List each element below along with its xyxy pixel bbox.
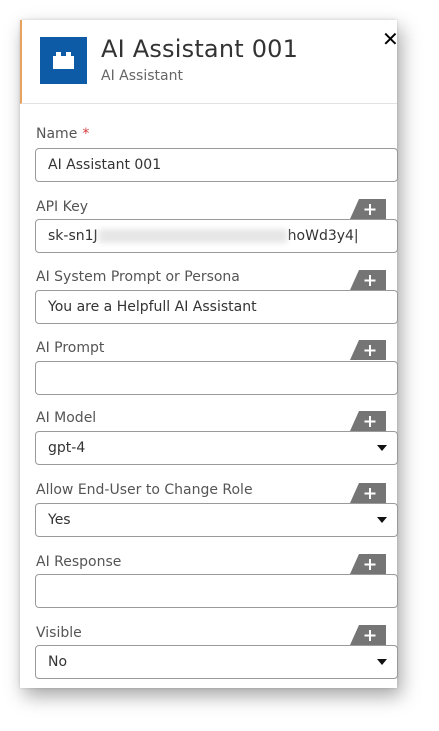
panel-title: AI Assistant 001 (101, 35, 299, 63)
ai-model-value: gpt-4 (48, 440, 86, 456)
visible-label: Visible (36, 625, 82, 641)
visible-value: No (48, 654, 68, 670)
properties-panel: AI Assistant 001 AI Assistant ✕ Name * AI… (20, 20, 399, 688)
name-input[interactable]: AI Assistant 001 (35, 148, 398, 182)
change-role-select[interactable]: Yes (35, 503, 398, 537)
system-prompt-add-button[interactable] (350, 270, 386, 290)
api-key-value-suffix: hoWd3y4| (287, 228, 359, 244)
close-icon[interactable]: ✕ (382, 29, 399, 49)
system-prompt-input[interactable]: You are a Helpfull AI Assistant (35, 290, 398, 324)
caret-down-icon (377, 445, 387, 451)
ai-prompt-input[interactable] (35, 361, 398, 395)
panel-header: AI Assistant 001 AI Assistant (20, 20, 397, 104)
panel-subtitle: AI Assistant (101, 68, 183, 84)
name-label: Name * (36, 126, 90, 142)
ai-response-label: AI Response (36, 554, 122, 570)
ai-prompt-add-button[interactable] (350, 340, 386, 360)
change-role-add-button[interactable] (350, 483, 386, 503)
api-key-value-prefix: sk-sn1J (48, 228, 98, 244)
system-prompt-label: AI System Prompt or Persona (36, 269, 240, 285)
ai-prompt-label: AI Prompt (36, 340, 105, 356)
api-key-add-button[interactable] (350, 199, 386, 219)
ai-model-label: AI Model (36, 410, 97, 426)
ai-model-add-button[interactable] (350, 411, 386, 431)
api-key-label: API Key (36, 199, 88, 215)
caret-down-icon (377, 659, 387, 665)
ai-response-add-button[interactable] (350, 554, 386, 574)
required-mark: * (82, 126, 90, 142)
redacted-blur (98, 229, 287, 243)
block-icon (53, 52, 74, 69)
app-icon (40, 37, 87, 84)
change-role-label: Allow End-User to Change Role (36, 482, 253, 498)
api-key-input[interactable]: sk-sn1J hoWd3y4| (35, 219, 398, 253)
visible-select[interactable]: No (35, 645, 398, 679)
change-role-value: Yes (48, 512, 71, 528)
visible-add-button[interactable] (350, 625, 386, 645)
ai-model-select[interactable]: gpt-4 (35, 431, 398, 465)
caret-down-icon (377, 517, 387, 523)
ai-response-input[interactable] (35, 574, 398, 608)
